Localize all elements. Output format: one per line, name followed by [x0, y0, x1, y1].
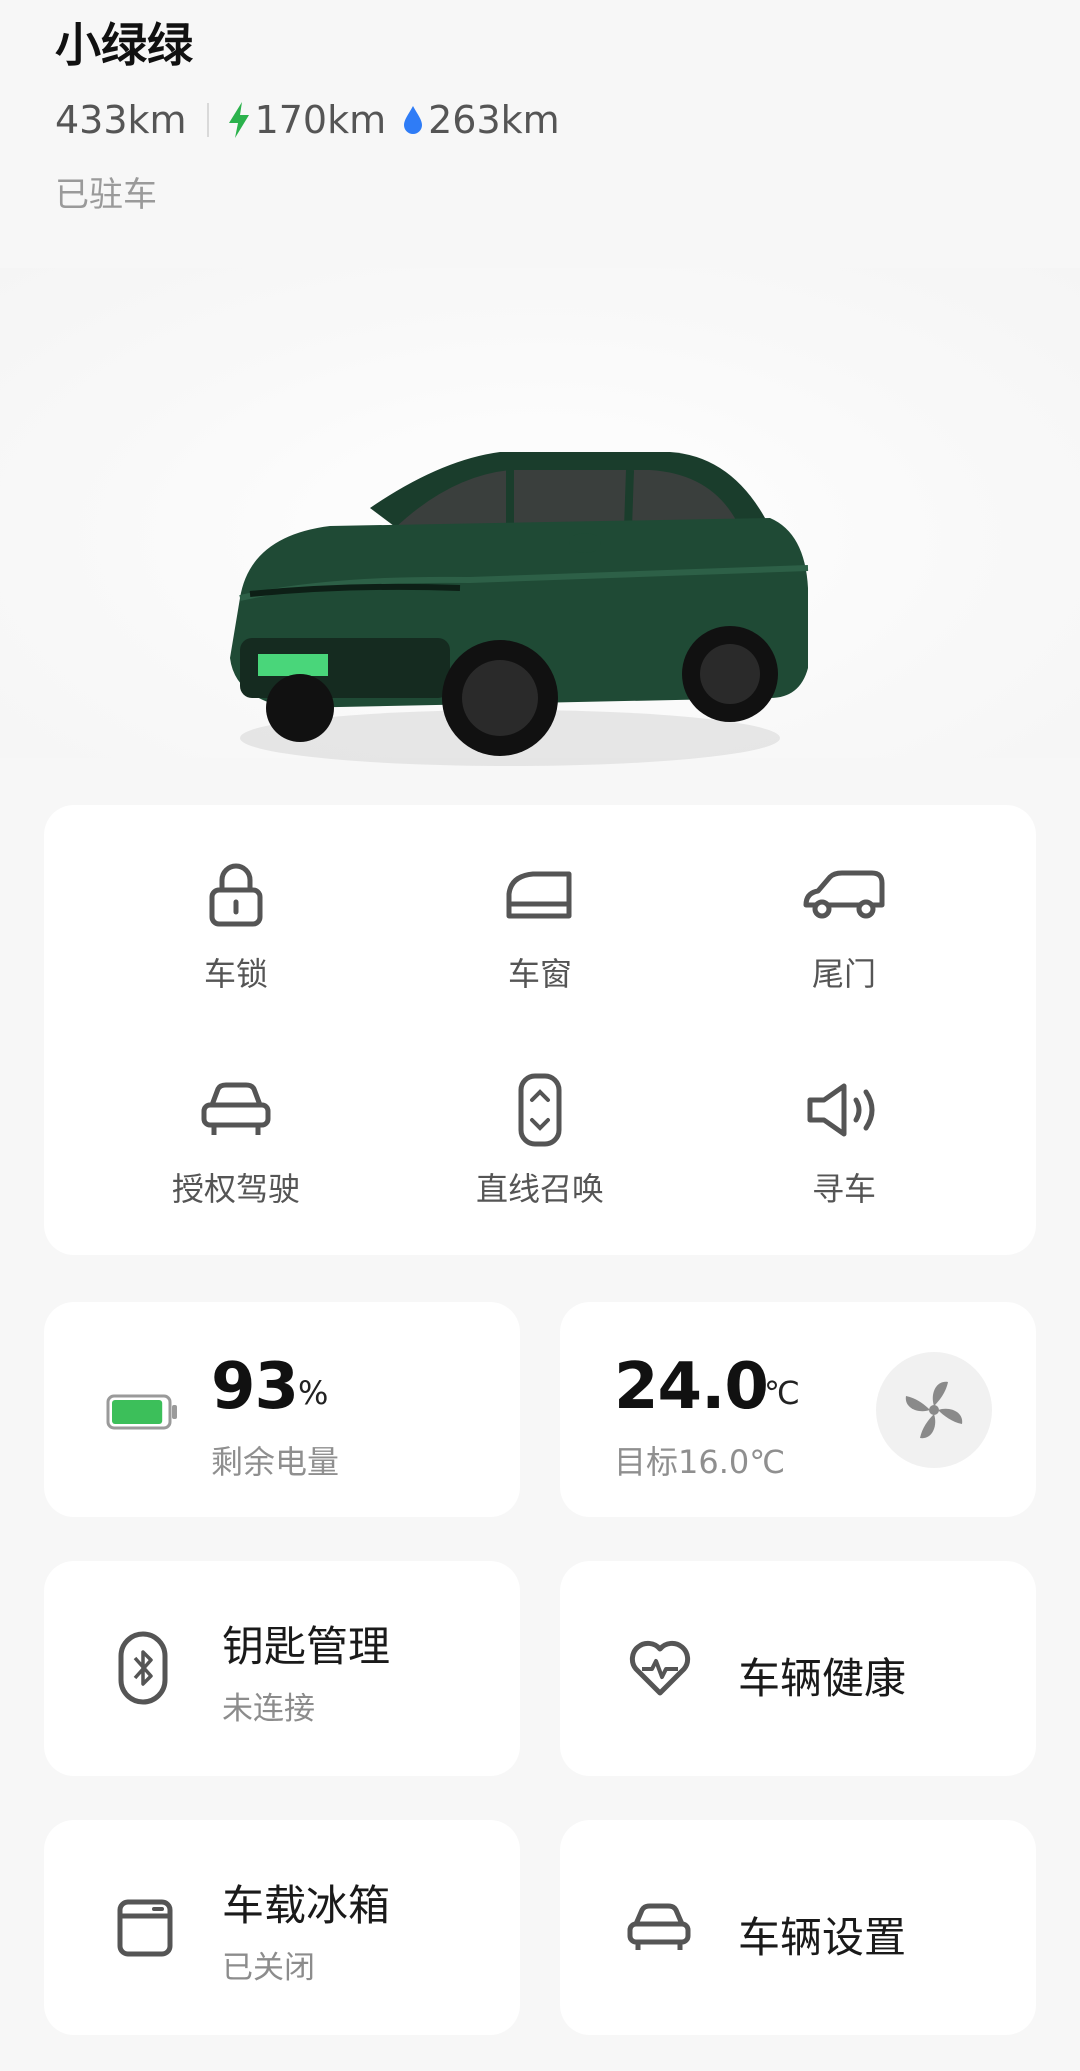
- cabin-temperature: 24.0: [614, 1350, 769, 1424]
- heart-pulse-icon: [629, 1640, 691, 1696]
- car-fridge-card[interactable]: 车载冰箱 已关闭: [44, 1820, 520, 2035]
- lock-icon: [209, 863, 263, 927]
- car-fridge-status: 已关闭: [222, 1950, 315, 1986]
- authorized-driving-label: 授权驾驶: [171, 1170, 300, 1208]
- temperature-unit: ℃: [764, 1374, 800, 1412]
- battery-icon: [106, 1394, 177, 1430]
- window-label: 车窗: [507, 955, 572, 993]
- fan-icon: [905, 1381, 963, 1439]
- electric-range: 170km: [254, 98, 387, 143]
- battery-percentage: 93: [211, 1350, 299, 1424]
- lock-label: 车锁: [203, 955, 268, 993]
- summon-icon: [518, 1073, 562, 1147]
- vehicle-settings-title: 车辆设置: [738, 1913, 907, 1962]
- car-name: 小绿绿: [55, 18, 193, 72]
- total-range: 433km: [55, 98, 187, 143]
- vehicle-health-title: 车辆健康: [738, 1654, 907, 1703]
- car-fridge-title: 车载冰箱: [222, 1881, 391, 1930]
- vehicle-health-card[interactable]: 车辆健康: [560, 1561, 1036, 1776]
- key-connection-status: 未连接: [222, 1691, 315, 1727]
- fuel-range: 263km: [428, 98, 560, 143]
- parking-status: 已驻车: [55, 175, 157, 216]
- electric-range-item: 170km: [227, 98, 387, 143]
- key-management-title: 钥匙管理: [222, 1622, 391, 1671]
- straight-summon-control[interactable]: 直线召唤: [420, 1070, 660, 1210]
- battery-label: 剩余电量: [211, 1443, 340, 1481]
- find-car-label: 寻车: [811, 1170, 876, 1208]
- climate-card[interactable]: 24.0 ℃ 目标16.0℃: [560, 1302, 1036, 1517]
- speaker-icon: [807, 1083, 875, 1137]
- battery-unit: %: [298, 1374, 329, 1412]
- battery-card[interactable]: 93 % 剩余电量: [44, 1302, 520, 1517]
- header: 小绿绿 433km 170km 263km 已驻车: [55, 18, 1025, 216]
- bluetooth-key-icon: [118, 1631, 168, 1705]
- ac-fan-button[interactable]: [876, 1352, 992, 1468]
- car-front-icon: [201, 1082, 271, 1135]
- range-divider: [206, 103, 209, 138]
- car-image: [230, 452, 809, 766]
- tailgate-control[interactable]: 尾门: [724, 855, 964, 995]
- window-control[interactable]: 车窗: [420, 855, 660, 995]
- quick-controls-card: 车锁 车窗 尾门 授权驾驶 直线召唤 寻车: [44, 805, 1036, 1255]
- straight-summon-label: 直线召唤: [475, 1170, 604, 1208]
- key-management-card[interactable]: 钥匙管理 未连接: [44, 1561, 520, 1776]
- lightning-icon: [228, 102, 249, 139]
- fridge-icon: [117, 1899, 173, 1957]
- tailgate-icon: [803, 870, 885, 919]
- fuel-drop-icon: [404, 106, 423, 135]
- tailgate-label: 尾门: [811, 955, 876, 993]
- vehicle-settings-card[interactable]: 车辆设置: [560, 1820, 1036, 2035]
- car-settings-icon: [627, 1903, 691, 1950]
- range-row: 433km 170km 263km: [55, 95, 1025, 145]
- car-image-area[interactable]: [0, 268, 1080, 766]
- target-temperature: 目标16.0℃: [614, 1443, 786, 1481]
- find-car-control[interactable]: 寻车: [724, 1070, 964, 1210]
- window-icon: [506, 871, 572, 919]
- lock-control[interactable]: 车锁: [116, 855, 356, 995]
- fuel-range-item: 263km: [402, 98, 560, 142]
- authorized-driving-control[interactable]: 授权驾驶: [116, 1070, 356, 1210]
